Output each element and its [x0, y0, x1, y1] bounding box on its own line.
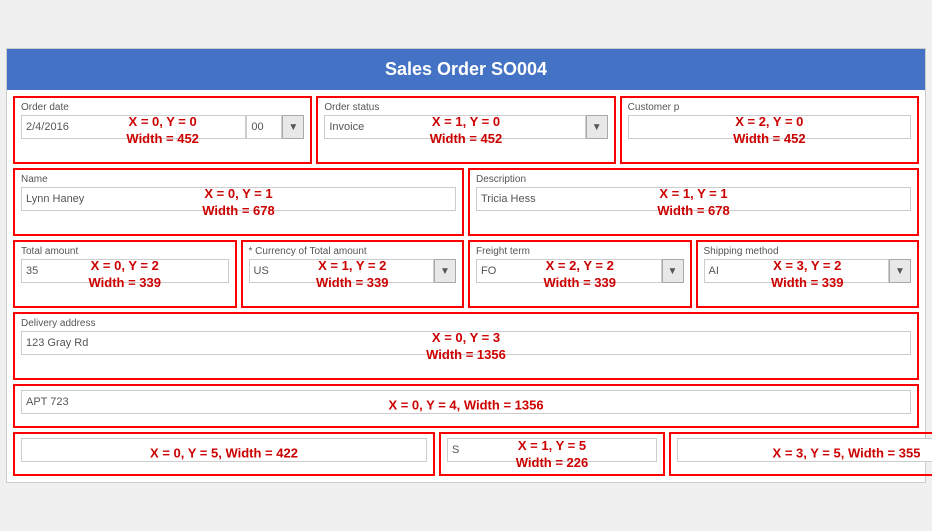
- cell-content-order-status: Invoice ▼: [324, 115, 607, 139]
- form-row-1: Name Lynn Haney X = 0, Y = 1 Width = 678…: [13, 168, 919, 236]
- cell-content-customer-po: [628, 115, 911, 139]
- input-r5-3[interactable]: [677, 438, 932, 462]
- cell-content-r5-3: [677, 438, 932, 462]
- select-order-date[interactable]: ▼: [282, 115, 304, 139]
- page-title: Sales Order SO004: [7, 49, 925, 90]
- cell-label-order-status: Order status: [324, 102, 607, 113]
- cell-content-description: Tricia Hess: [476, 187, 911, 211]
- cell-label-currency: * Currency of Total amount: [249, 246, 457, 257]
- input-description[interactable]: Tricia Hess: [476, 187, 911, 211]
- cell-order-date: Order date 2/4/2016 00 ▼ X = 0, Y = 0 Wi…: [13, 96, 312, 164]
- cell-description: Description Tricia Hess X = 1, Y = 1 Wid…: [468, 168, 919, 236]
- cell-label-description: Description: [476, 174, 911, 185]
- form-row-3: Delivery address 123 Gray Rd X = 0, Y = …: [13, 312, 919, 380]
- input-total-amount[interactable]: 35: [21, 259, 229, 283]
- input-order-time[interactable]: 00: [246, 115, 282, 139]
- cell-label-shipping-method: Shipping method: [704, 246, 912, 257]
- cell-content-apt: APT 723: [21, 390, 911, 414]
- input-order-date[interactable]: 2/4/2016: [21, 115, 246, 139]
- cell-content-r5-0: [21, 438, 427, 462]
- cell-label-customer-po: Customer p: [628, 102, 911, 113]
- input-r5-1[interactable]: S: [447, 438, 657, 462]
- cell-content-shipping-method: AI ▼: [704, 259, 912, 283]
- cell-delivery-address: Delivery address 123 Gray Rd X = 0, Y = …: [13, 312, 919, 380]
- cell-content-name: Lynn Haney: [21, 187, 456, 211]
- cell-name: Name Lynn Haney X = 0, Y = 1 Width = 678: [13, 168, 464, 236]
- cell-r5-3: X = 3, Y = 5, Width = 355: [669, 432, 932, 476]
- input-shipping-method[interactable]: AI: [704, 259, 890, 283]
- form-row-4: APT 723 X = 0, Y = 4, Width = 1356: [13, 384, 919, 428]
- input-delivery-address[interactable]: 123 Gray Rd: [21, 331, 911, 355]
- input-freight-term[interactable]: FO: [476, 259, 662, 283]
- cell-content-total-amount: 35: [21, 259, 229, 283]
- form-body: Order date 2/4/2016 00 ▼ X = 0, Y = 0 Wi…: [7, 90, 925, 482]
- form-row-5: X = 0, Y = 5, Width = 422 S X = 1, Y = 5…: [13, 432, 919, 476]
- cell-content-order-date: 2/4/2016 00 ▼: [21, 115, 304, 139]
- cell-content-currency: US ▼: [249, 259, 457, 283]
- select-currency[interactable]: ▼: [434, 259, 456, 283]
- main-container: Sales Order SO004 Order date 2/4/2016 00…: [6, 48, 926, 483]
- cell-order-status: Order status Invoice ▼ X = 1, Y = 0 Widt…: [316, 96, 615, 164]
- cell-customer-po: Customer p X = 2, Y = 0 Width = 452: [620, 96, 919, 164]
- cell-currency: * Currency of Total amount US ▼ X = 1, Y…: [241, 240, 465, 308]
- input-apt[interactable]: APT 723: [21, 390, 911, 414]
- cell-label-order-date: Order date: [21, 102, 304, 113]
- form-row-2: Total amount 35 X = 0, Y = 2 Width = 339…: [13, 240, 919, 308]
- input-currency[interactable]: US: [249, 259, 435, 283]
- input-order-status[interactable]: Invoice: [324, 115, 585, 139]
- cell-label-name: Name: [21, 174, 456, 185]
- cell-r5-1: S X = 1, Y = 5 Width = 226: [439, 432, 665, 476]
- cell-content-delivery-address: 123 Gray Rd: [21, 331, 911, 355]
- select-order-status[interactable]: ▼: [586, 115, 608, 139]
- cell-label-delivery-address: Delivery address: [21, 318, 911, 329]
- cell-total-amount: Total amount 35 X = 0, Y = 2 Width = 339: [13, 240, 237, 308]
- cell-content-r5-1: S: [447, 438, 657, 462]
- form-row-0: Order date 2/4/2016 00 ▼ X = 0, Y = 0 Wi…: [13, 96, 919, 164]
- cell-apt: APT 723 X = 0, Y = 4, Width = 1356: [13, 384, 919, 428]
- cell-content-freight-term: FO ▼: [476, 259, 684, 283]
- select-freight-term[interactable]: ▼: [662, 259, 684, 283]
- cell-shipping-method: Shipping method AI ▼ X = 3, Y = 2 Width …: [696, 240, 920, 308]
- cell-label-freight-term: Freight term: [476, 246, 684, 257]
- input-r5-0[interactable]: [21, 438, 427, 462]
- cell-freight-term: Freight term FO ▼ X = 2, Y = 2 Width = 3…: [468, 240, 692, 308]
- cell-r5-0: X = 0, Y = 5, Width = 422: [13, 432, 435, 476]
- cell-label-total-amount: Total amount: [21, 246, 229, 257]
- input-name[interactable]: Lynn Haney: [21, 187, 456, 211]
- input-customer-po[interactable]: [628, 115, 911, 139]
- select-shipping-method[interactable]: ▼: [889, 259, 911, 283]
